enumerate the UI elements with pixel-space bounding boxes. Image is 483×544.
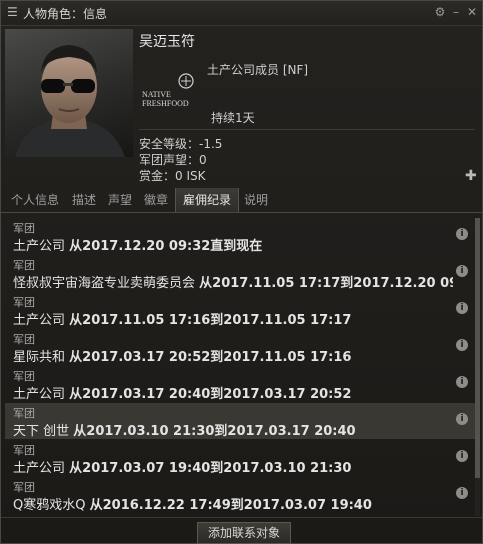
employment-history-list: 军团 土产公司 从2017.12.20 09:32直到现在 i 军团 怪叔叔宇宙… xyxy=(5,218,475,516)
info-icon[interactable]: i xyxy=(456,265,468,277)
divider xyxy=(139,129,475,130)
corp-name[interactable]: Q寒鸦戏水Q xyxy=(13,498,85,513)
corp-name[interactable]: 天下 创世 xyxy=(13,424,69,439)
corp-name[interactable]: 土产公司 xyxy=(13,313,65,328)
period: 从2016.12.22 17:49到2017.03.07 19:40 xyxy=(89,498,372,513)
corp-membership[interactable]: 土产公司成员 [NF] xyxy=(207,61,308,78)
info-icon[interactable]: i xyxy=(456,487,468,499)
title-bar[interactable]: ☰ 人物角色：信息 ⚙ – ✕ xyxy=(1,1,482,26)
info-icon[interactable]: i xyxy=(456,450,468,462)
info-icon[interactable]: i xyxy=(456,302,468,314)
employment-row[interactable]: 军团 Q寒鸦戏水Q 从2016.12.22 17:49到2017.03.07 1… xyxy=(5,477,475,513)
row-label: 军团 xyxy=(13,259,35,272)
row-text: 怪叔叔宇宙海盗专业卖萌委员会 从2017.11.05 17:17到2017.12… xyxy=(13,272,453,291)
info-icon[interactable]: i xyxy=(456,413,468,425)
employment-row[interactable]: 军团 星际共和 从2017.03.17 20:52到2017.11.05 17:… xyxy=(5,329,475,365)
row-label: 军团 xyxy=(13,444,35,457)
character-portrait[interactable] xyxy=(5,29,133,157)
menu-icon[interactable]: ☰ xyxy=(7,5,19,19)
row-text: 土产公司 从2017.03.17 20:40到2017.03.17 20:52 xyxy=(13,383,453,402)
corp-name[interactable]: 土产公司 xyxy=(13,461,65,476)
employment-row[interactable]: 军团 土产公司 从2017.03.07 19:40到2017.03.10 21:… xyxy=(5,440,475,476)
period: 从2017.03.17 20:52到2017.11.05 17:16 xyxy=(69,350,352,365)
tab-personal-info[interactable]: 个人信息 xyxy=(5,188,65,212)
employment-row[interactable]: 军团 土产公司 从2017.12.20 09:32直到现在 i xyxy=(5,218,475,254)
character-name[interactable]: 吴迈玉符 xyxy=(139,31,195,51)
employment-row[interactable]: 军团 土产公司 从2017.03.17 20:40到2017.03.17 20:… xyxy=(5,366,475,402)
corp-name[interactable]: 怪叔叔宇宙海盗专业卖萌委员会 xyxy=(13,276,195,291)
corp-logo-line2: FRESHFOOD xyxy=(142,99,189,108)
corp-standing: 军团声望：0 xyxy=(139,153,207,167)
row-label: 军团 xyxy=(13,222,35,235)
info-icon[interactable]: i xyxy=(456,376,468,388)
membership-duration: 持续1天 xyxy=(211,111,255,125)
info-icon[interactable]: i xyxy=(456,339,468,351)
tab-description[interactable]: 描述 xyxy=(67,188,101,212)
period: 从2017.03.17 20:40到2017.03.17 20:52 xyxy=(69,387,352,402)
row-text: 土产公司 从2017.03.07 19:40到2017.03.10 21:30 xyxy=(13,457,453,476)
corp-name[interactable]: 星际共和 xyxy=(13,350,65,365)
corp-name[interactable]: 土产公司 xyxy=(13,239,65,254)
tab-employment-history[interactable]: 雇佣纪录 xyxy=(175,188,239,212)
period: 从2017.11.05 17:16到2017.11.05 17:17 xyxy=(69,313,352,328)
period: 从2017.11.05 17:17到2017.12.20 09:32 xyxy=(199,276,453,291)
settings-icon[interactable]: ⚙ xyxy=(433,4,447,20)
row-label: 军团 xyxy=(13,407,35,420)
tab-bar: 个人信息 描述 声望 徽章 雇佣纪录 说明 xyxy=(1,188,482,213)
period: 从2017.03.10 21:30到2017.03.17 20:40 xyxy=(73,424,356,439)
period: 从2017.03.07 19:40到2017.03.10 21:30 xyxy=(69,461,352,476)
row-text: 天下 创世 从2017.03.10 21:30到2017.03.17 20:40 xyxy=(13,420,453,439)
period: 从2017.12.20 09:32直到现在 xyxy=(69,239,263,254)
employment-row-selected[interactable]: 军团 天下 创世 从2017.03.10 21:30到2017.03.17 20… xyxy=(5,403,475,439)
add-bounty-icon[interactable]: ✚ xyxy=(465,168,477,184)
corp-name[interactable]: 土产公司 xyxy=(13,387,65,402)
employment-row[interactable]: 军团 怪叔叔宇宙海盗专业卖萌委员会 从2017.11.05 17:17到2017… xyxy=(5,255,475,291)
footer: 添加联系对象 xyxy=(1,517,482,544)
scrollbar-thumb[interactable] xyxy=(475,218,480,478)
row-text: 星际共和 从2017.03.17 20:52到2017.11.05 17:16 xyxy=(13,346,453,365)
row-text: Q寒鸦戏水Q 从2016.12.22 17:49到2017.03.07 19:4… xyxy=(13,494,453,513)
tab-standings[interactable]: 声望 xyxy=(103,188,137,212)
add-contact-button[interactable]: 添加联系对象 xyxy=(197,522,291,544)
minimize-icon[interactable]: – xyxy=(449,4,463,20)
close-icon[interactable]: ✕ xyxy=(465,4,479,20)
row-label: 军团 xyxy=(13,481,35,494)
corporation-logo[interactable]: NATIVE FRESHFOOD xyxy=(142,73,202,109)
window-title: 人物角色：信息 xyxy=(23,7,108,21)
row-label: 军团 xyxy=(13,333,35,346)
security-status: 安全等级：-1.5 xyxy=(139,137,223,151)
character-info-window: ☰ 人物角色：信息 ⚙ – ✕ 吴迈玉符 NATIVE FRESHFOOD 土产… xyxy=(0,0,483,544)
row-label: 军团 xyxy=(13,296,35,309)
bounty: 赏金：0 ISK xyxy=(139,169,206,183)
scrollbar[interactable] xyxy=(475,218,480,516)
row-text: 土产公司 从2017.12.20 09:32直到现在 xyxy=(13,235,453,254)
employment-row[interactable]: 军团 土产公司 从2017.11.05 17:16到2017.11.05 17:… xyxy=(5,292,475,328)
corp-logo-line1: NATIVE xyxy=(142,90,171,99)
info-icon[interactable]: i xyxy=(456,228,468,240)
row-label: 军团 xyxy=(13,370,35,383)
row-text: 土产公司 从2017.11.05 17:16到2017.11.05 17:17 xyxy=(13,309,453,328)
tab-medals[interactable]: 徽章 xyxy=(139,188,173,212)
tab-notes[interactable]: 说明 xyxy=(239,188,273,212)
